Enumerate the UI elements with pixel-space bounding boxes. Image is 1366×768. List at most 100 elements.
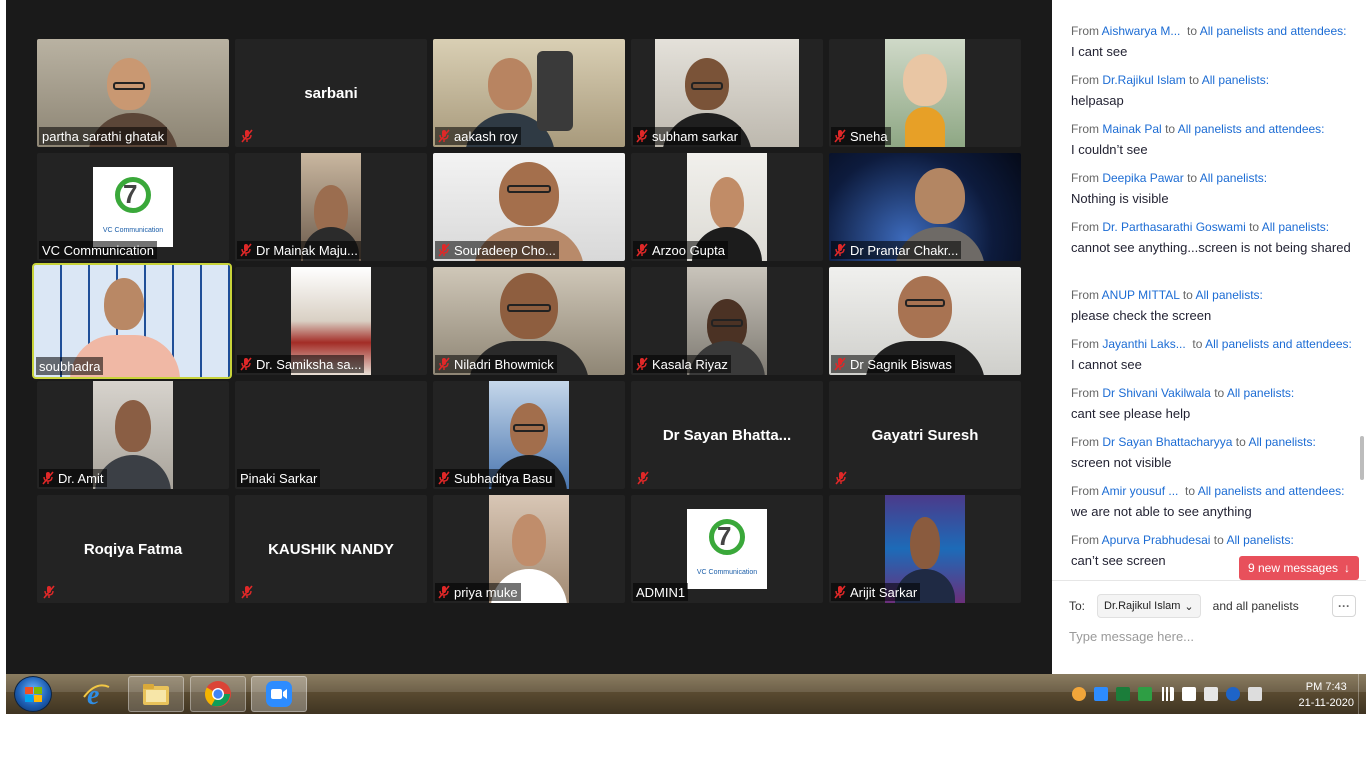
participant-tile[interactable]: Souradeep Cho... — [433, 153, 625, 261]
to-word: to — [1235, 435, 1246, 449]
clock[interactable]: PM 7:43 21-11-2020 — [1299, 679, 1354, 711]
participant-tile[interactable]: Dr. Amit — [37, 381, 229, 489]
participant-tile[interactable]: Pinaki Sarkar — [235, 381, 427, 489]
participant-tile[interactable]: Dr Sayan Bhatta... — [631, 381, 823, 489]
mic-muted-icon — [438, 471, 450, 485]
participant-name-center: KAUSHIK NANDY — [268, 541, 394, 558]
participant-tile[interactable]: sarbani — [235, 39, 427, 147]
bluetooth-icon[interactable] — [1226, 687, 1240, 701]
sender-name[interactable]: Deepika Pawar — [1102, 171, 1183, 185]
sync-icon[interactable] — [1072, 687, 1086, 701]
arrow-down-icon: ↓ — [1344, 561, 1351, 575]
chat-message-header: From Dr Sayan Bhattacharyya to All panel… — [1071, 435, 1351, 449]
participant-tile[interactable]: Arijit Sarkar — [829, 495, 1021, 603]
chrome-button[interactable] — [190, 676, 246, 712]
sender-name[interactable]: Aishwarya M... — [1102, 24, 1181, 38]
participant-tile[interactable]: Subhaditya Basu — [433, 381, 625, 489]
folder-icon — [143, 684, 169, 705]
participant-tile[interactable]: Niladri Bhowmick — [433, 267, 625, 375]
sender-name[interactable]: Dr Shivani Vakilwala — [1102, 386, 1211, 400]
sender-name[interactable]: Dr Sayan Bhattacharyya — [1102, 435, 1232, 449]
participant-tile[interactable]: Dr Sagnik Biswas — [829, 267, 1021, 375]
vc-communication-logo: 7 VC Communication — [93, 167, 173, 247]
chat-message-text: we are not able to see anything — [1071, 504, 1252, 519]
sender-name[interactable]: ANUP MITTAL — [1102, 288, 1180, 302]
new-messages-button[interactable]: 9 new messages ↓ — [1239, 556, 1359, 580]
start-button[interactable] — [14, 676, 52, 712]
chat-message-list[interactable]: From Aishwarya M... to All panelists and… — [1052, 0, 1366, 580]
participant-name: Kasala Riyaz — [652, 356, 728, 372]
more-options-button[interactable]: ··· — [1332, 595, 1356, 617]
participant-tile[interactable]: Gayatri Suresh — [829, 381, 1021, 489]
to-word: to — [1185, 484, 1196, 498]
mic-muted-icon — [240, 243, 252, 257]
participant-label: Kasala Riyaz — [633, 355, 731, 373]
participant-label: Souradeep Cho... — [435, 241, 559, 259]
logo-caption: VC Communication — [696, 569, 758, 576]
vc-tray-icon[interactable] — [1138, 687, 1152, 701]
chat-message-input[interactable] — [1069, 625, 1349, 647]
participant-name: aakash roy — [454, 128, 518, 144]
zoom-tray-icon[interactable] — [1094, 687, 1108, 701]
participant-tile[interactable]: KAUSHIK NANDY — [235, 495, 427, 603]
chat-message-header: From Dr Shivani Vakilwala to All panelis… — [1071, 386, 1351, 400]
chat-message-header: From Deepika Pawar to All panelists: — [1071, 171, 1351, 185]
participant-tile[interactable]: Kasala Riyaz — [631, 267, 823, 375]
show-desktop-button[interactable] — [1358, 674, 1366, 714]
sender-name[interactable]: Dr.Rajikul Islam — [1102, 73, 1185, 87]
participant-tile[interactable]: 7 VC Communication ADMIN1 — [631, 495, 823, 603]
glasses — [690, 82, 723, 91]
participant-tile[interactable]: Arzoo Gupta — [631, 153, 823, 261]
volume-icon[interactable] — [1248, 687, 1262, 701]
participant-name-center: sarbani — [304, 85, 358, 102]
participant-tile[interactable]: 7 VC Communication VC Communication — [37, 153, 229, 261]
face — [512, 514, 546, 567]
participant-tile[interactable]: aakash roy — [433, 39, 625, 147]
participant-tile[interactable]: priya muke — [433, 495, 625, 603]
participant-tile[interactable]: partha sarathi ghatak — [37, 39, 229, 147]
mic-muted-icon — [834, 585, 846, 599]
participant-name: Sneha — [850, 128, 888, 144]
zoom-button[interactable] — [251, 676, 307, 712]
internet-explorer-icon: e — [83, 680, 110, 709]
participant-label: VC Communication — [39, 241, 157, 259]
participant-tile[interactable]: Sneha — [829, 39, 1021, 147]
action-center-flag-icon[interactable] — [1182, 687, 1196, 701]
device-icon[interactable] — [1204, 687, 1218, 701]
chat-message-text: screen not visible — [1071, 455, 1172, 470]
from-word: From — [1071, 24, 1099, 38]
internet-explorer-button[interactable]: e — [68, 676, 124, 712]
file-explorer-button[interactable] — [128, 676, 184, 712]
chat-message-header: From Amir yousuf ... to All panelists an… — [1071, 484, 1351, 498]
sender-name[interactable]: Mainak Pal — [1102, 122, 1161, 136]
participant-tile[interactable]: Dr Prantar Chakr... — [829, 153, 1021, 261]
sender-name[interactable]: Jayanthi Laks... — [1102, 337, 1185, 351]
recipient-row: To: Dr.Rajikul Islam ⌄ and all panelists… — [1069, 593, 1356, 619]
chat-message-text: please check the screen — [1071, 308, 1212, 323]
glasses — [513, 424, 545, 433]
participant-name: Arzoo Gupta — [652, 242, 725, 258]
signal-icon[interactable] — [1160, 687, 1174, 701]
from-word: From — [1071, 484, 1099, 498]
participant-tile[interactable]: Roqiya Fatma — [37, 495, 229, 603]
participant-tile[interactable]: Dr Mainak Maju... — [235, 153, 427, 261]
to-word: to — [1192, 337, 1203, 351]
chat-scrollbar[interactable] — [1360, 436, 1364, 480]
sender-name[interactable]: Amir yousuf ... — [1102, 484, 1179, 498]
to-word: to — [1249, 220, 1260, 234]
participant-tile[interactable]: Dr. Samiksha sa... — [235, 267, 427, 375]
recipient-suffix: and all panelists — [1212, 599, 1299, 613]
app-tray-icon[interactable] — [1116, 687, 1130, 701]
participant-label: Pinaki Sarkar — [237, 469, 321, 487]
participant-tile-active-speaker[interactable]: soubhadra — [32, 263, 232, 379]
recipient-dropdown[interactable]: Dr.Rajikul Islam ⌄ — [1097, 594, 1201, 618]
glasses — [905, 299, 945, 308]
participant-label: Dr. Samiksha sa... — [237, 355, 365, 373]
chat-message: From Dr Sayan Bhattacharyya to All panel… — [1071, 435, 1351, 472]
participant-name: Dr Prantar Chakr... — [850, 242, 959, 258]
system-tray: PM 7:43 21-11-2020 — [1066, 674, 1366, 714]
sender-name[interactable]: Dr. Parthasarathi Goswami — [1102, 220, 1245, 234]
sender-name[interactable]: Apurva Prabhudesai — [1102, 533, 1211, 547]
participant-tile[interactable]: subham sarkar — [631, 39, 823, 147]
participant-name: Dr Mainak Maju... — [256, 242, 358, 258]
